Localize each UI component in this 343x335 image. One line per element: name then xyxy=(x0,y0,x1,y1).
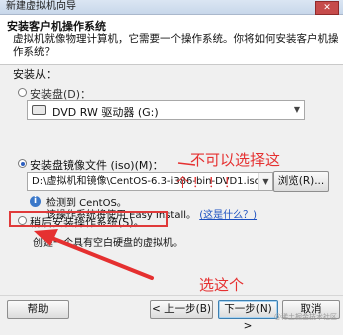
annotation-choose-text: 选这个 xyxy=(199,276,245,294)
help-button[interactable]: 帮助 xyxy=(7,300,69,319)
radio-iso-image[interactable] xyxy=(18,159,27,168)
footer-divider xyxy=(0,295,343,296)
easy-install-help-link[interactable]: (这是什么？) xyxy=(199,210,257,221)
browse-button[interactable]: 浏览(R)... xyxy=(273,171,329,192)
annotation-warning-text: 不可以选择这 xyxy=(190,151,281,169)
info-icon: i xyxy=(30,196,41,207)
window-title: 新建虚拟机向导 xyxy=(6,1,76,12)
annotation-warning-marks: 个！！！ xyxy=(176,176,241,191)
close-icon[interactable]: ✕ xyxy=(315,1,339,15)
install-later-description: 创建一个具有空白硬盘的虚拟机。 xyxy=(33,238,183,249)
next-button[interactable]: 下一步(N) > xyxy=(218,300,278,332)
wizard-header: 安装客户机操作系统 虚拟机就像物理计算机，它需要一个操作系统。你将如何安装客户机… xyxy=(0,15,343,65)
install-source-label: 安装从： xyxy=(13,68,57,81)
install-later-label: 稍后安装操作系统(S)。 xyxy=(30,216,145,229)
page-title: 安装客户机操作系统 xyxy=(7,20,106,33)
radio-install-disc[interactable] xyxy=(18,88,27,97)
back-button[interactable]: < 上一步(B) xyxy=(150,300,213,319)
chevron-down-icon[interactable]: ▼ xyxy=(290,101,304,119)
page-description: 虚拟机就像物理计算机，它需要一个操作系统。你将如何安装客户机操作系统？ xyxy=(13,33,339,58)
watermark-text: @稀土掘金技术社区 xyxy=(274,313,337,321)
drive-select[interactable]: DVD RW 驱动器 (G:) ▼ xyxy=(27,100,305,120)
drive-select-value: DVD RW 驱动器 (G:) xyxy=(52,106,159,119)
title-bar: 新建虚拟机向导 ✕ xyxy=(0,0,343,15)
iso-image-label: 安装盘镜像文件 (iso)(M)： xyxy=(30,159,164,172)
chevron-down-icon[interactable]: ▼ xyxy=(258,173,272,190)
radio-install-later[interactable] xyxy=(18,216,27,225)
dvd-drive-icon xyxy=(32,105,46,115)
